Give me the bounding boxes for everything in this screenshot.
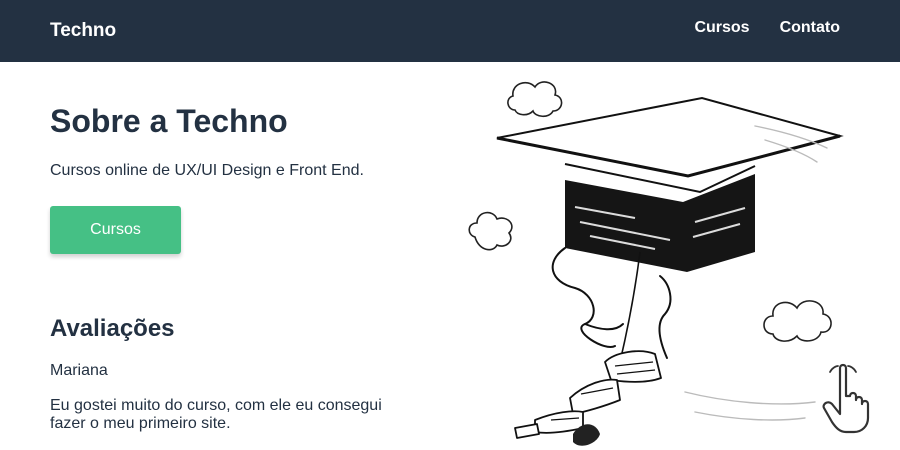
- review-text: Eu gostei muito do curso, com ele eu con…: [50, 397, 382, 432]
- reviews-heading: Avaliações: [50, 315, 175, 342]
- top-navbar: Techno Cursos Contato: [0, 0, 900, 62]
- cloud-icon: [507, 81, 563, 118]
- page-title: Sobre a Techno: [50, 103, 288, 139]
- main-nav: Cursos Contato: [694, 19, 840, 37]
- hero-subtitle: Cursos online de UX/UI Design e Front En…: [50, 162, 364, 179]
- cursos-button[interactable]: Cursos: [50, 206, 181, 254]
- review-author: Mariana: [50, 362, 108, 379]
- nav-link-contato[interactable]: Contato: [780, 19, 840, 37]
- hand-pointer-icon: [822, 363, 870, 434]
- brand-logo-link[interactable]: Techno: [50, 20, 116, 42]
- cloud-icon: [468, 211, 513, 251]
- cloud-icon: [763, 300, 832, 342]
- nav-link-cursos[interactable]: Cursos: [694, 19, 749, 37]
